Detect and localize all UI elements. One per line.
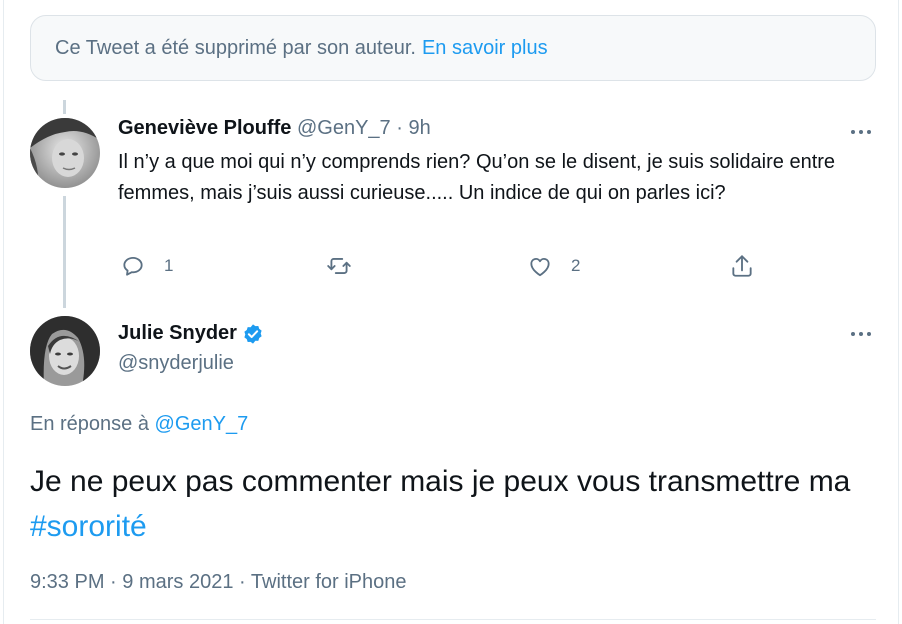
thread-connector-middle <box>63 196 66 308</box>
thread-connector-top <box>63 100 66 114</box>
main-author-handle[interactable]: @snyderjulie <box>118 352 234 375</box>
deleted-tweet-text: Ce Tweet a été supprimé par son auteur. <box>55 36 416 59</box>
verified-badge-icon <box>244 323 262 344</box>
main-author-avatar[interactable] <box>30 316 100 386</box>
reply-button[interactable]: 1 <box>120 252 173 280</box>
main-more-icon[interactable] <box>849 322 873 346</box>
like-button[interactable]: 2 <box>527 252 580 280</box>
left-frame-border <box>3 0 4 624</box>
reply-icon <box>123 256 143 276</box>
reply-more-icon[interactable] <box>849 120 873 144</box>
tweet-time[interactable]: 9:33 PM <box>30 571 104 593</box>
reply-author-name[interactable]: Geneviève Plouffe <box>118 117 291 139</box>
share-icon <box>732 255 752 277</box>
main-tweet-text: Je ne peux pas commenter mais je peux vo… <box>30 459 870 549</box>
like-count: 2 <box>571 256 581 275</box>
main-author-name[interactable]: Julie Snyder <box>118 322 237 345</box>
share-button[interactable] <box>729 252 755 280</box>
reply-separator: · <box>396 117 403 139</box>
tweet-source[interactable]: Twitter for iPhone <box>251 571 407 593</box>
bottom-divider <box>30 619 876 620</box>
learn-more-link[interactable]: En savoir plus <box>422 37 548 60</box>
meta-separator-1: · <box>110 571 117 593</box>
meta-separator-2: · <box>239 571 246 593</box>
in-reply-prefix: En réponse à <box>30 413 149 435</box>
like-icon <box>530 258 550 277</box>
in-reply-handle-link[interactable]: @GenY_7 <box>155 413 249 435</box>
reply-text: Il n’y a que moi qui n’y comprends rien?… <box>118 151 836 204</box>
reply-header: Geneviève Plouffe @GenY_7 · 9h <box>118 117 431 140</box>
tweet-date[interactable]: 9 mars 2021 <box>122 571 233 593</box>
reply-author-avatar[interactable] <box>30 118 100 188</box>
reply-timestamp[interactable]: 9h <box>408 117 430 139</box>
reply-count: 1 <box>164 256 174 275</box>
hashtag-link[interactable]: #sororité <box>30 510 147 543</box>
tweet-metadata: 9:33 PM · 9 mars 2021 · Twitter for iPho… <box>30 571 407 594</box>
deleted-tweet-notice: Ce Tweet a été supprimé par son auteur. … <box>30 15 876 81</box>
reply-author-handle[interactable]: @GenY_7 <box>297 117 391 139</box>
right-frame-border <box>898 0 899 624</box>
retweet-icon <box>327 258 351 274</box>
main-tweet-body: Je ne peux pas commenter mais je peux vo… <box>30 465 851 498</box>
retweet-button[interactable] <box>326 252 352 280</box>
in-reply-to: En réponse à @GenY_7 <box>30 413 248 436</box>
main-author-name-row: Julie Snyder <box>118 322 264 345</box>
